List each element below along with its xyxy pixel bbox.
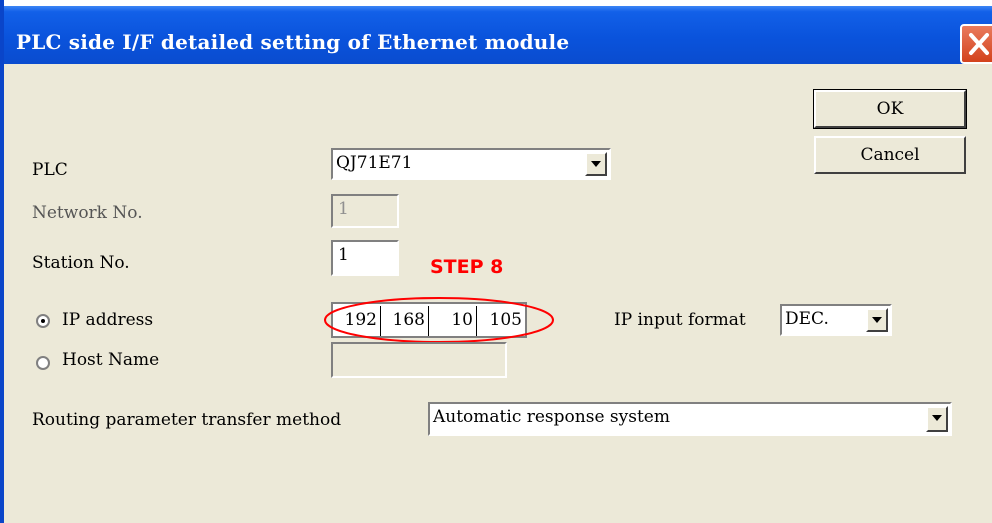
ok-button[interactable]: OK <box>813 89 967 129</box>
host-name-field <box>331 342 507 378</box>
chevron-down-icon[interactable] <box>926 406 948 432</box>
cancel-button-label: Cancel <box>860 145 920 165</box>
ok-button-label: OK <box>876 99 904 119</box>
ip-input-format-label: IP input format <box>614 310 746 330</box>
plc-select[interactable]: QJ71E71 <box>331 148 611 180</box>
network-no-field: 1 <box>331 194 399 228</box>
highlight-oval <box>324 297 554 343</box>
station-no-value: 1 <box>338 245 349 265</box>
ip-address-label: IP address <box>62 310 154 330</box>
chevron-down-icon[interactable] <box>585 152 607 176</box>
host-name-radio[interactable] <box>36 356 50 370</box>
network-no-value: 1 <box>338 199 349 219</box>
plc-label: PLC <box>32 160 68 180</box>
close-button[interactable] <box>960 24 992 64</box>
ip-input-format-select[interactable]: DEC. <box>780 304 892 336</box>
dialog-window: PLC side I/F detailed setting of Etherne… <box>0 0 992 523</box>
station-no-field[interactable]: 1 <box>331 240 399 276</box>
routing-method-label: Routing parameter transfer method <box>32 410 342 430</box>
ip-input-format-value: DEC. <box>785 309 829 329</box>
routing-method-select[interactable]: Automatic response system <box>428 402 952 436</box>
ip-address-radio[interactable] <box>36 314 50 328</box>
step-annotation: STEP 8 <box>430 256 504 278</box>
close-icon <box>969 33 989 55</box>
station-no-label: Station No. <box>32 253 130 273</box>
host-name-label: Host Name <box>62 350 160 370</box>
chevron-down-icon[interactable] <box>866 308 888 332</box>
cancel-button[interactable]: Cancel <box>814 136 966 174</box>
plc-select-value: QJ71E71 <box>336 153 413 173</box>
title-bar[interactable]: PLC side I/F detailed setting of Etherne… <box>4 0 992 64</box>
window-title: PLC side I/F detailed setting of Etherne… <box>16 30 570 54</box>
routing-method-value: Automatic response system <box>433 407 670 427</box>
network-no-label: Network No. <box>32 203 143 223</box>
